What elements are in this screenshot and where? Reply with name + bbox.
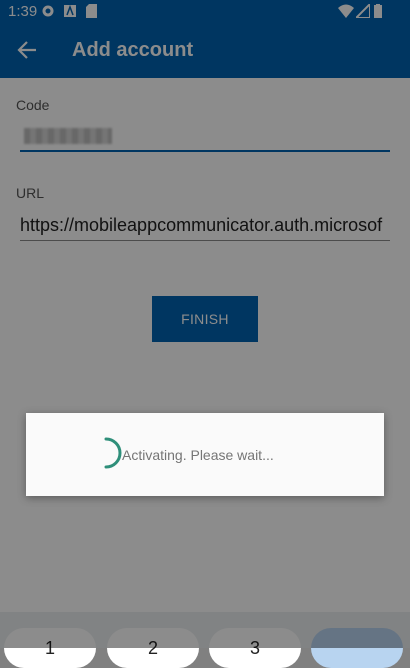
dialog-scrim (0, 0, 410, 648)
loading-spinner-icon (88, 435, 124, 471)
progress-dialog: Activating. Please wait... (26, 413, 384, 496)
dialog-message: Activating. Please wait... (122, 447, 274, 463)
